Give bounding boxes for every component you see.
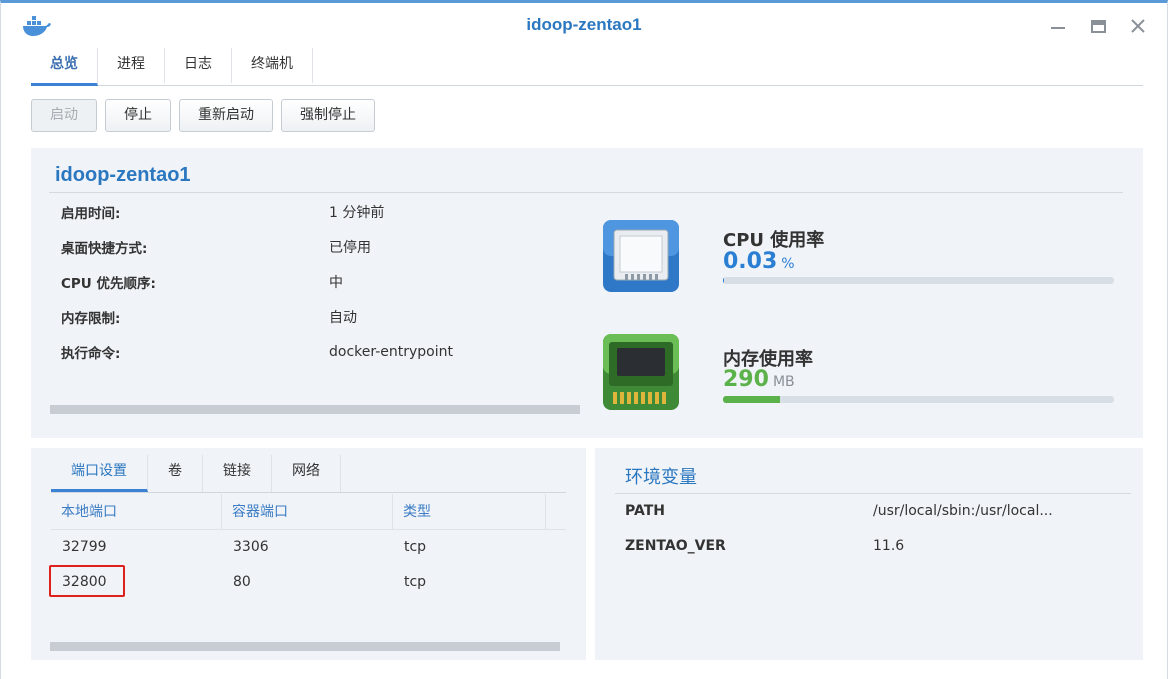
memory-usage-unit: MB bbox=[772, 374, 795, 390]
type-cell: tcp bbox=[404, 539, 427, 555]
env-key: ZENTAO_VER bbox=[625, 538, 726, 554]
env-key: PATH bbox=[625, 503, 665, 519]
memory-usage-number: 290 bbox=[723, 367, 769, 392]
field-value: docker-entrypoint bbox=[329, 343, 454, 360]
env-row: ZENTAO_VER 11.6 bbox=[625, 538, 1125, 554]
ports-panel: 端口设置 卷 链接 网络 本地端口 容器端口 类型 32799 3306 tcp… bbox=[31, 448, 586, 660]
field-value: 自动 bbox=[329, 309, 357, 326]
tab-processes[interactable]: 进程 bbox=[98, 48, 165, 83]
force-stop-button[interactable]: 强制停止 bbox=[281, 99, 375, 132]
close-icon bbox=[1131, 19, 1145, 33]
window-title: idoop-zentao1 bbox=[526, 15, 642, 34]
field-row: 桌面快捷方式: 已停用 bbox=[49, 229, 579, 264]
divider bbox=[49, 192, 1123, 193]
field-value: 已停用 bbox=[329, 239, 371, 256]
cpu-chip-icon bbox=[603, 220, 679, 292]
field-row: CPU 优先顺序: 中 bbox=[49, 264, 579, 299]
main-tabs: 总览 进程 日志 终端机 bbox=[31, 48, 1143, 86]
table-row[interactable]: 32799 3306 tcp bbox=[51, 530, 566, 565]
column-header-spacer bbox=[546, 494, 566, 529]
restart-button[interactable]: 重新启动 bbox=[179, 99, 273, 132]
maximize-button[interactable] bbox=[1085, 13, 1111, 39]
horizontal-scrollbar[interactable] bbox=[50, 642, 560, 651]
action-toolbar: 启动 停止 重新启动 强制停止 bbox=[31, 99, 375, 132]
field-value: 1 分钟前 bbox=[329, 204, 385, 221]
memory-usage-fill bbox=[723, 396, 780, 403]
container-name: idoop-zentao1 bbox=[55, 164, 191, 186]
subtab-links[interactable]: 链接 bbox=[203, 455, 272, 492]
tab-logs[interactable]: 日志 bbox=[165, 48, 232, 83]
field-label: 内存限制: bbox=[61, 310, 121, 327]
stop-button[interactable]: 停止 bbox=[105, 99, 171, 132]
minimize-icon bbox=[1051, 27, 1065, 29]
table-row[interactable]: 32800 80 tcp bbox=[51, 565, 566, 600]
container-detail-window: idoop-zentao1 总览 进程 日志 终端机 启动 停止 重新启动 强制… bbox=[0, 0, 1168, 679]
cpu-usage-number: 0.03 bbox=[723, 249, 778, 274]
subtab-port-settings[interactable]: 端口设置 bbox=[51, 455, 148, 492]
field-label: 启用时间: bbox=[61, 205, 121, 222]
subtab-network[interactable]: 网络 bbox=[272, 455, 341, 492]
cpu-usage-bar bbox=[723, 277, 1114, 284]
memory-chip-icon bbox=[603, 334, 679, 410]
cpu-usage-value: 0.03% bbox=[723, 249, 795, 274]
memory-usage-value: 290 MB bbox=[723, 367, 795, 392]
maximize-icon bbox=[1091, 20, 1106, 33]
field-label: 桌面快捷方式: bbox=[61, 240, 148, 257]
column-header-container-port[interactable]: 容器端口 bbox=[222, 494, 393, 529]
field-label: 执行命令: bbox=[61, 345, 121, 362]
environment-panel: 环境变量 PATH /usr/local/sbin:/usr/local... … bbox=[595, 448, 1143, 660]
tab-terminal[interactable]: 终端机 bbox=[232, 48, 313, 83]
container-port-cell: 3306 bbox=[233, 539, 269, 555]
container-port-cell: 80 bbox=[233, 574, 251, 590]
start-button[interactable]: 启动 bbox=[31, 99, 97, 132]
memory-usage-bar bbox=[723, 396, 1114, 403]
tab-overview[interactable]: 总览 bbox=[31, 48, 98, 86]
minimize-button[interactable] bbox=[1045, 13, 1071, 39]
overview-panel: idoop-zentao1 启用时间: 1 分钟前 桌面快捷方式: 已停用 CP… bbox=[31, 148, 1143, 438]
local-port-cell: 32799 bbox=[62, 539, 107, 555]
column-header-local-port[interactable]: 本地端口 bbox=[51, 494, 222, 529]
subtab-volumes[interactable]: 卷 bbox=[148, 455, 203, 492]
env-section-title: 环境变量 bbox=[625, 467, 697, 488]
env-row: PATH /usr/local/sbin:/usr/local... bbox=[625, 503, 1125, 519]
highlight-annotation-box bbox=[49, 565, 125, 597]
table-header: 本地端口 容器端口 类型 bbox=[51, 494, 566, 530]
cpu-usage-unit: % bbox=[781, 256, 795, 272]
field-label: CPU 优先顺序: bbox=[61, 275, 156, 292]
column-header-type[interactable]: 类型 bbox=[393, 494, 546, 529]
field-row: 启用时间: 1 分钟前 bbox=[49, 194, 579, 229]
field-value: 中 bbox=[329, 274, 343, 291]
port-table: 本地端口 容器端口 类型 32799 3306 tcp 32800 80 tcp bbox=[51, 494, 566, 600]
title-bar[interactable]: idoop-zentao1 bbox=[1, 3, 1167, 47]
close-button[interactable] bbox=[1125, 13, 1151, 39]
env-value: 11.6 bbox=[873, 538, 905, 554]
detail-subtabs: 端口设置 卷 链接 网络 bbox=[51, 455, 566, 493]
horizontal-scrollbar[interactable] bbox=[50, 405, 580, 414]
divider bbox=[615, 493, 1131, 494]
type-cell: tcp bbox=[404, 574, 427, 590]
field-row: 内存限制: 自动 bbox=[49, 299, 579, 334]
env-value: /usr/local/sbin:/usr/local... bbox=[873, 503, 1053, 519]
field-row: 执行命令: docker-entrypoint bbox=[49, 334, 579, 369]
